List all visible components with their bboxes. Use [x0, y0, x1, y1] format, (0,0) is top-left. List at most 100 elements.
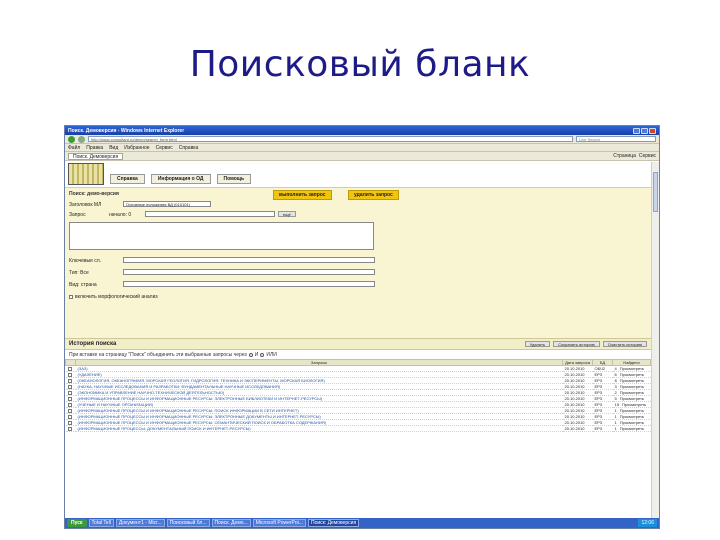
nav-help-button[interactable]: Справка [110, 174, 145, 184]
close-button[interactable] [649, 127, 656, 134]
row-query[interactable]: (ИНФОРМАЦИОННЫЕ ПРОЦЕССЫ: ДОКУМЕНТАЛЬНЫЙ… [75, 425, 563, 432]
row-check-icon[interactable] [67, 372, 72, 377]
address-bar: http://www.consultant.ru/demo/search_for… [65, 135, 659, 144]
toolbar-page[interactable]: Страница [613, 153, 636, 159]
row-view-link[interactable]: Просмотреть [620, 384, 644, 389]
taskbar-item[interactable]: Документ1 - Micr... [115, 519, 165, 527]
page-content: Справка Информация о ОД Помощь Поиск: де… [65, 162, 651, 518]
section-label: Заголовок МЛ [69, 202, 102, 208]
type-input[interactable] [123, 269, 375, 275]
more-button[interactable]: ещё [278, 211, 296, 217]
window-titlebar: Поиск. Демоверсия - Windows Internet Exp… [65, 126, 659, 135]
taskbar-item[interactable]: Поиск. Демо... [211, 519, 251, 527]
history-save-button[interactable]: Сохранить историю [553, 341, 600, 347]
row-check-icon[interactable] [67, 378, 72, 383]
row-view-link[interactable]: Просмотреть [620, 390, 644, 395]
morphology-label: включить морфологический анализ [75, 294, 158, 300]
search-form: Поиск: демо-версия выполнить запрос удал… [65, 188, 651, 338]
row-found-count: 4 [614, 366, 617, 371]
url-input[interactable]: http://www.consultant.ru/demo/search_for… [88, 136, 573, 142]
row-count: 15 Просмотреть [612, 401, 651, 408]
combine-hint-text: При вставке на страницу "Поиск" объедини… [69, 351, 247, 358]
slide-title: Поисковый бланк [189, 44, 531, 85]
type-label: Тип: Все [69, 270, 89, 276]
menu-item-help[interactable]: Справка [179, 145, 199, 151]
row-view-link[interactable]: Просмотреть [620, 420, 644, 425]
kind-label: Вид: страна [69, 282, 97, 288]
query-input[interactable] [145, 211, 275, 217]
row-check-icon[interactable] [67, 384, 72, 389]
menu-item-edit[interactable]: Правка [86, 145, 103, 151]
history-delete-button[interactable]: Удалить [524, 341, 551, 347]
row-check-icon[interactable] [67, 396, 72, 401]
app-logo [68, 163, 104, 185]
history-clear-button[interactable]: Очистить историю [602, 341, 647, 347]
keywords-label: Ключевые сл. [69, 258, 102, 264]
nav-info-button[interactable]: Информация о ОД [150, 174, 211, 184]
section-select[interactable]: Основные положения ВД (010101) [123, 201, 211, 207]
forward-icon[interactable] [78, 135, 85, 143]
row-found-count: 2 [614, 390, 617, 395]
keywords-input[interactable] [123, 257, 375, 263]
row-check-icon[interactable] [67, 414, 72, 419]
taskbar-item[interactable]: Поиск: Демоверсия [307, 519, 360, 527]
start-label: начало: 0 [109, 212, 132, 218]
radio-and[interactable] [248, 352, 253, 357]
row-view-link[interactable]: Просмотреть [620, 408, 644, 413]
menu-item-tools[interactable]: Сервис [156, 145, 173, 151]
minimize-button[interactable] [633, 127, 640, 134]
table-row: (ИНФОРМАЦИОННЫЕ ПРОЦЕССЫ: ДОКУМЕНТАЛЬНЫЙ… [65, 425, 651, 432]
row-found-count: 3 [614, 384, 617, 389]
toolbar-tools[interactable]: Сервис [639, 153, 656, 159]
browser-tab[interactable]: Поиск. Демоверсия [68, 152, 124, 160]
browser-screenshot: Поиск. Демоверсия - Windows Internet Exp… [64, 125, 660, 529]
row-check-icon[interactable] [67, 420, 72, 425]
radio-or[interactable] [260, 352, 265, 357]
start-button[interactable]: Пуск [67, 519, 87, 527]
tab-bar: Поиск. Демоверсия Страница Сервис [65, 152, 659, 161]
menu-item-view[interactable]: Вид [109, 145, 118, 151]
query-textarea[interactable] [69, 222, 374, 250]
maximize-button[interactable] [641, 127, 648, 134]
row-view-link[interactable]: Просмотреть [620, 414, 644, 419]
delete-query-button[interactable]: удалить запрос [348, 190, 399, 200]
taskbar-item[interactable]: Microsoft PowerPoi... [252, 519, 306, 527]
window-title: Поиск. Демоверсия - Windows Internet Exp… [68, 127, 185, 134]
row-view-link[interactable]: Просмотреть [620, 396, 644, 401]
row-found-count: 6 [614, 372, 617, 377]
row-found-count: 1 [614, 414, 617, 419]
clock: 12:06 [638, 519, 657, 527]
vertical-scrollbar[interactable] [651, 162, 659, 518]
execute-query-button[interactable]: выполнить запрос [273, 190, 332, 200]
row-view-link[interactable]: Просмотреть [620, 378, 644, 383]
row-checkbox[interactable] [65, 425, 76, 432]
row-found-count: 1 [614, 408, 617, 413]
row-view-link[interactable]: Просмотреть [620, 366, 644, 371]
row-view-link[interactable]: Просмотреть [620, 426, 644, 431]
search-input[interactable]: Live Search [576, 136, 656, 142]
row-view-link[interactable]: Просмотреть [620, 372, 644, 377]
kind-input[interactable] [123, 281, 375, 287]
row-check-icon[interactable] [67, 408, 72, 413]
row-check-icon[interactable] [67, 402, 72, 407]
combine-hint: При вставке на страницу "Поиск" объедини… [65, 350, 651, 359]
row-check-icon[interactable] [67, 366, 72, 371]
app-header: Справка Информация о ОД Помощь [65, 162, 651, 188]
row-found-count: 5 [614, 396, 617, 401]
nav-assist-button[interactable]: Помощь [216, 174, 252, 184]
taskbar-item[interactable]: Total Tell [88, 519, 114, 527]
taskbar-item[interactable]: Поисковый бл... [166, 519, 210, 527]
row-view-link[interactable]: Просмотреть [622, 402, 646, 407]
back-icon[interactable] [68, 135, 75, 143]
scrollbar-thumb[interactable] [653, 172, 658, 212]
menu-bar: Файл Правка Вид Избранное Сервис Справка [65, 144, 659, 152]
radio-or-label: ИЛИ [266, 351, 277, 358]
morphology-checkbox[interactable] [69, 294, 73, 299]
morphology-option[interactable]: включить морфологический анализ [69, 294, 158, 300]
row-check-icon[interactable] [67, 426, 72, 431]
menu-item-file[interactable]: Файл [68, 145, 80, 151]
row-count: 1 Просмотреть [612, 425, 651, 432]
row-check-icon[interactable] [67, 390, 72, 395]
query-label: Запрос [69, 212, 86, 218]
menu-item-favorites[interactable]: Избранное [124, 145, 149, 151]
